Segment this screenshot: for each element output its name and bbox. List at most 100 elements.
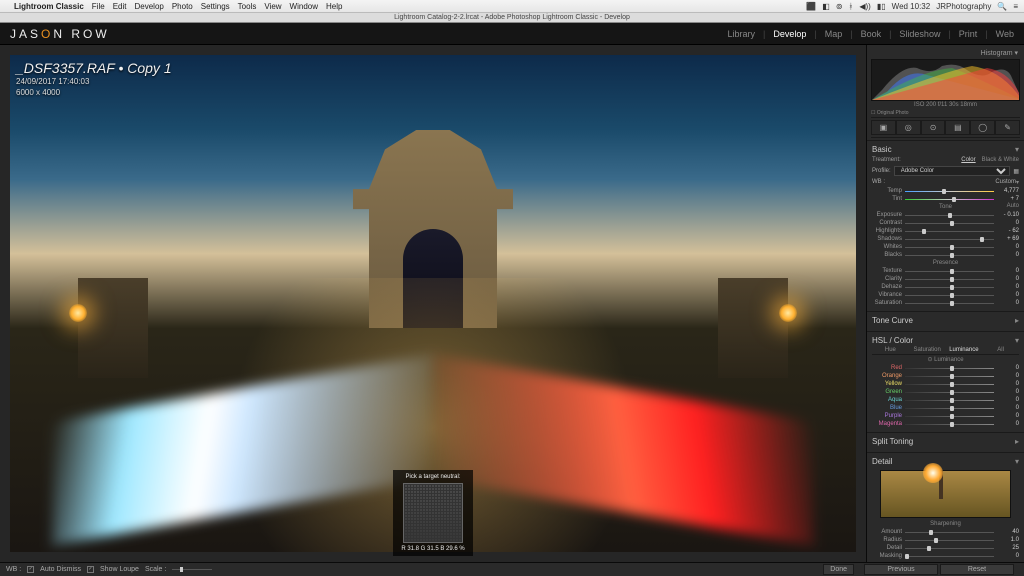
crop-tool-icon[interactable]: ▣	[871, 120, 896, 135]
temp-value[interactable]: 4,777	[997, 188, 1019, 194]
scale-slider[interactable]	[172, 569, 212, 570]
hsl-tab-lum[interactable]: Luminance	[946, 347, 983, 353]
module-library[interactable]: Library	[727, 29, 755, 39]
module-slideshow[interactable]: Slideshow	[899, 29, 940, 39]
lum-green-slider[interactable]	[905, 389, 994, 395]
hsl-panel-header[interactable]: HSL / Color▾	[872, 334, 1019, 347]
sharpen-amount-slider[interactable]	[905, 529, 994, 535]
highlights-slider[interactable]	[905, 228, 994, 234]
profile-select[interactable]: Adobe Color	[894, 166, 1011, 176]
original-photo-toggle[interactable]: ☐ Original Photo	[871, 109, 1020, 117]
gradient-tool-icon[interactable]: ▤	[945, 120, 970, 135]
menu-edit[interactable]: Edit	[113, 2, 127, 11]
main-viewer[interactable]: _DSF3357.RAF • Copy 1 24/09/2017 17:40:0…	[0, 45, 866, 562]
whites-slider[interactable]	[905, 244, 994, 250]
blacks-slider[interactable]	[905, 252, 994, 258]
loupe-rgb: R 31.8 G 31.5 B 29.6 %	[397, 546, 469, 552]
detail-panel-header[interactable]: Detail▾	[872, 455, 1019, 468]
menu-file[interactable]: File	[92, 2, 105, 11]
mac-menubar: Lightroom Classic File Edit Develop Phot…	[0, 0, 1024, 13]
menu-help[interactable]: Help	[326, 2, 342, 11]
bluetooth-icon[interactable]: ᚼ	[849, 2, 854, 11]
menu-view[interactable]: View	[264, 2, 281, 11]
spot-tool-icon[interactable]: ◎	[896, 120, 921, 135]
menu-settings[interactable]: Settings	[201, 2, 230, 11]
histogram-exif: ISO 200 f/11 30s 18mm	[871, 101, 1020, 109]
profile-label: Profile:	[872, 168, 891, 174]
basic-panel-header[interactable]: Basic▾	[872, 143, 1019, 156]
toolbar: WB : ✓Auto Dismiss ✓Show Loupe Scale : D…	[0, 562, 1024, 576]
lum-magenta-slider[interactable]	[905, 421, 994, 427]
app-name[interactable]: Lightroom Classic	[14, 2, 84, 11]
menu-tools[interactable]: Tools	[238, 2, 257, 11]
volume-icon[interactable]: ◀))	[859, 2, 870, 11]
auto-dismiss-checkbox[interactable]: ✓	[27, 566, 34, 573]
profile-browser-icon[interactable]: ▦	[1013, 168, 1019, 175]
detail-panel: Detail▾ Sharpening Amount40 Radius1.0 De…	[867, 452, 1024, 562]
treatment-color[interactable]: Color	[961, 157, 975, 163]
hsl-panel: HSL / Color▾ Hue Saturation Luminance Al…	[867, 331, 1024, 432]
show-loupe-checkbox[interactable]: ✓	[87, 566, 94, 573]
saturation-slider[interactable]	[905, 300, 994, 306]
sharpen-detail-slider[interactable]	[905, 545, 994, 551]
loupe-grid	[403, 483, 463, 543]
lum-aqua-slider[interactable]	[905, 397, 994, 403]
clarity-slider[interactable]	[905, 276, 994, 282]
radial-tool-icon[interactable]: ◯	[970, 120, 995, 135]
lum-red-slider[interactable]	[905, 365, 994, 371]
module-develop[interactable]: Develop	[773, 29, 806, 39]
vibrance-slider[interactable]	[905, 292, 994, 298]
wb-value[interactable]: Custom	[995, 179, 1016, 186]
module-map[interactable]: Map	[825, 29, 843, 39]
histogram-title[interactable]: Histogram ▾	[871, 47, 1020, 59]
tint-value[interactable]: + 7	[997, 196, 1019, 202]
hsl-tab-sat[interactable]: Saturation	[909, 347, 946, 353]
lum-purple-slider[interactable]	[905, 413, 994, 419]
tint-slider[interactable]	[905, 196, 994, 202]
status-icon[interactable]: ◧	[822, 2, 830, 11]
texture-slider[interactable]	[905, 268, 994, 274]
wb-loupe[interactable]: Pick a target neutral: R 31.8 G 31.5 B 2…	[393, 470, 473, 556]
lum-yellow-slider[interactable]	[905, 381, 994, 387]
module-picker: Library| Develop| Map| Book| Slideshow| …	[727, 29, 1014, 39]
sharpen-mask-slider[interactable]	[905, 553, 994, 559]
tone-curve-panel[interactable]: Tone Curve▸	[867, 311, 1024, 331]
clock[interactable]: Wed 10:32	[892, 2, 931, 11]
dehaze-slider[interactable]	[905, 284, 994, 290]
brush-tool-icon[interactable]: ✎	[995, 120, 1020, 135]
auto-tone-button[interactable]: Auto	[1007, 203, 1019, 209]
hsl-tab-hue[interactable]: Hue	[872, 347, 909, 353]
menu-icon[interactable]: ≡	[1013, 2, 1018, 11]
lum-blue-slider[interactable]	[905, 405, 994, 411]
hsl-tab-all[interactable]: All	[982, 347, 1019, 353]
menu-photo[interactable]: Photo	[172, 2, 193, 11]
wifi-icon[interactable]: ⊚	[836, 2, 843, 11]
done-button[interactable]: Done	[823, 564, 854, 575]
battery-icon[interactable]: ▮▯	[877, 2, 886, 11]
loupe-title: Pick a target neutral:	[397, 474, 469, 480]
split-toning-panel[interactable]: Split Toning▸	[867, 432, 1024, 452]
exposure-slider[interactable]	[905, 212, 994, 218]
module-print[interactable]: Print	[959, 29, 978, 39]
reset-button[interactable]: Reset	[940, 564, 1014, 575]
detail-preview[interactable]	[880, 470, 1011, 518]
lum-orange-slider[interactable]	[905, 373, 994, 379]
treatment-label: Treatment:	[872, 157, 957, 163]
menu-develop[interactable]: Develop	[134, 2, 163, 11]
contrast-slider[interactable]	[905, 220, 994, 226]
search-icon[interactable]: 🔍	[997, 2, 1007, 11]
shadows-slider[interactable]	[905, 236, 994, 242]
temp-slider[interactable]	[905, 188, 994, 194]
status-icon[interactable]: ⬛	[806, 2, 816, 11]
window-title: Lightroom Catalog-2-2.lrcat - Adobe Phot…	[0, 13, 1024, 23]
histogram[interactable]	[871, 59, 1020, 101]
filename: _DSF3357.RAF • Copy 1	[16, 59, 172, 77]
menu-window[interactable]: Window	[290, 2, 318, 11]
module-web[interactable]: Web	[996, 29, 1014, 39]
module-book[interactable]: Book	[861, 29, 882, 39]
previous-button[interactable]: Previous	[864, 564, 938, 575]
sharpen-radius-slider[interactable]	[905, 537, 994, 543]
user-name[interactable]: JRPhotography	[936, 2, 991, 11]
treatment-bw[interactable]: Black & White	[982, 157, 1019, 163]
redeye-tool-icon[interactable]: ⊙	[921, 120, 946, 135]
